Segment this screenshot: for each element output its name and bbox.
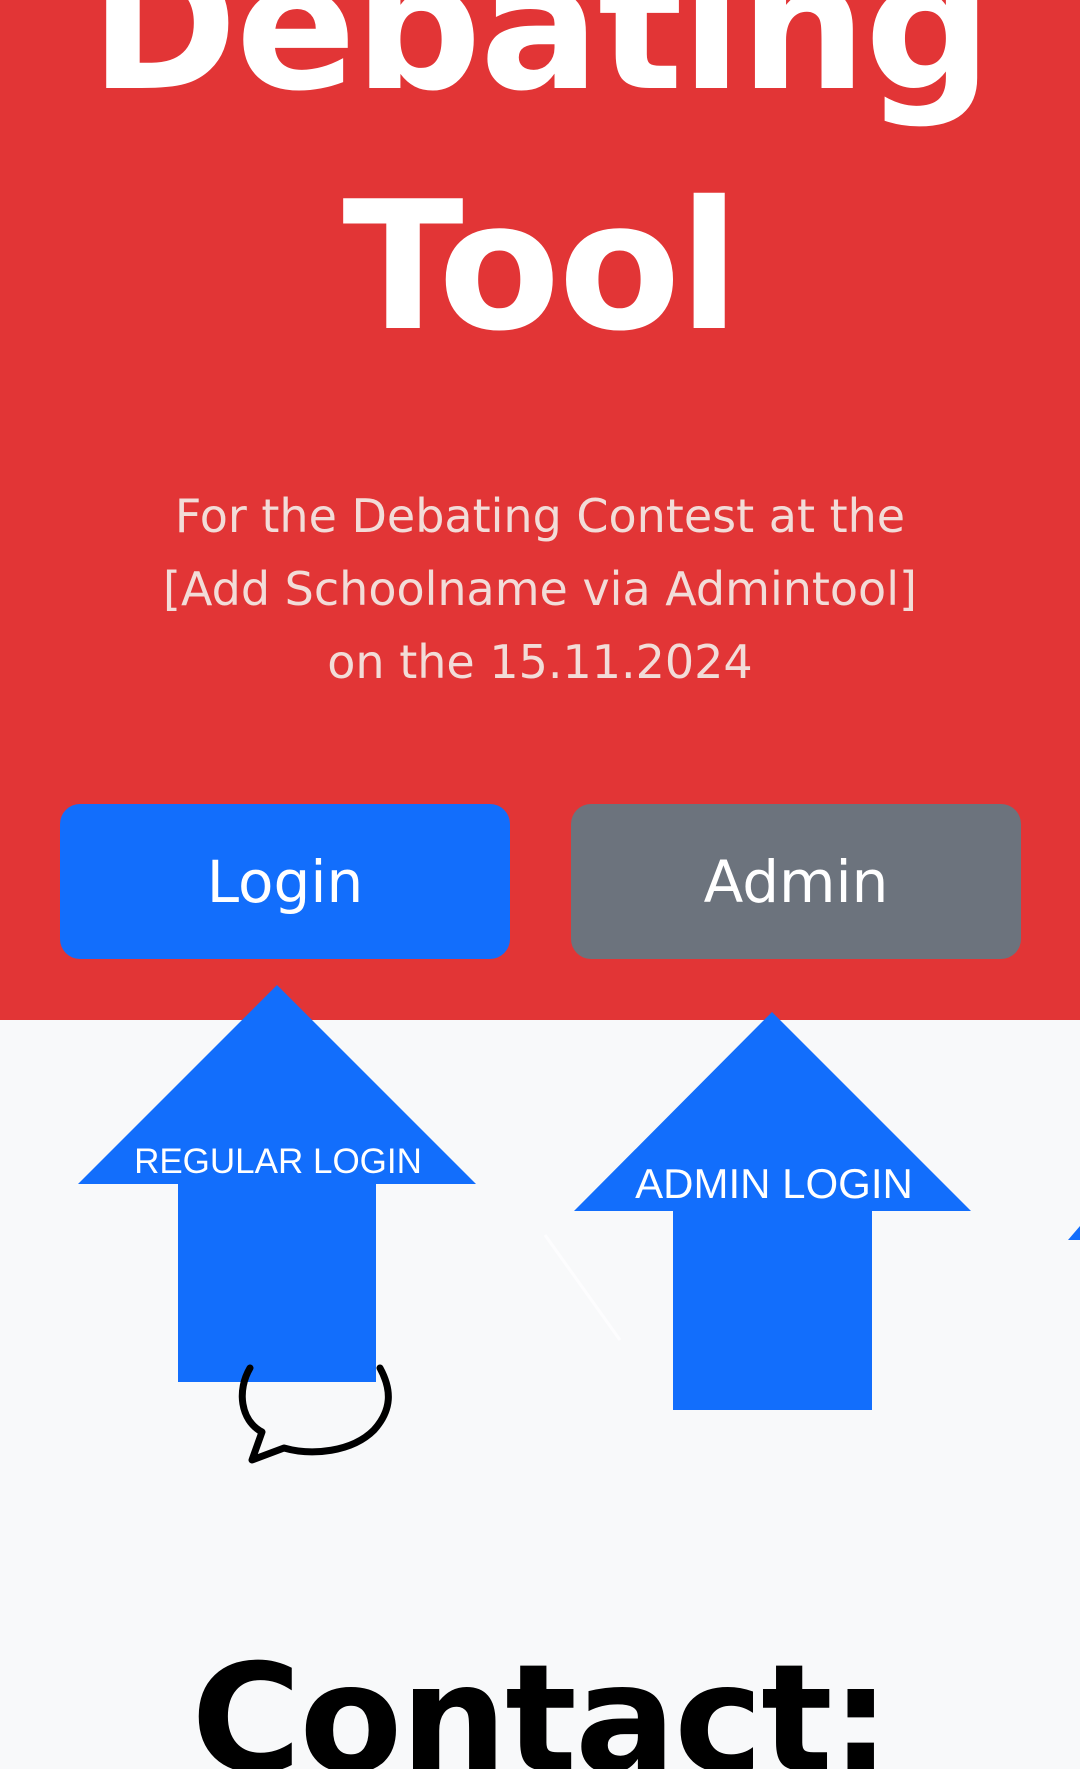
regular-login-arrow [78, 985, 476, 1382]
annotation-overlay [78, 985, 1080, 1410]
contact-heading: Contact: [191, 1632, 890, 1769]
speech-bubble-icon [238, 1364, 392, 1464]
edge-arrow-tip [1068, 1226, 1080, 1240]
admin-login-label: ADMIN LOGIN [635, 1160, 913, 1207]
faint-divider-line [543, 1234, 622, 1341]
admin-login-arrow [574, 1012, 971, 1410]
regular-login-label: REGULAR LOGIN [134, 1142, 422, 1181]
page: Debating Tool For the Debating Contest a… [0, 0, 1080, 1769]
